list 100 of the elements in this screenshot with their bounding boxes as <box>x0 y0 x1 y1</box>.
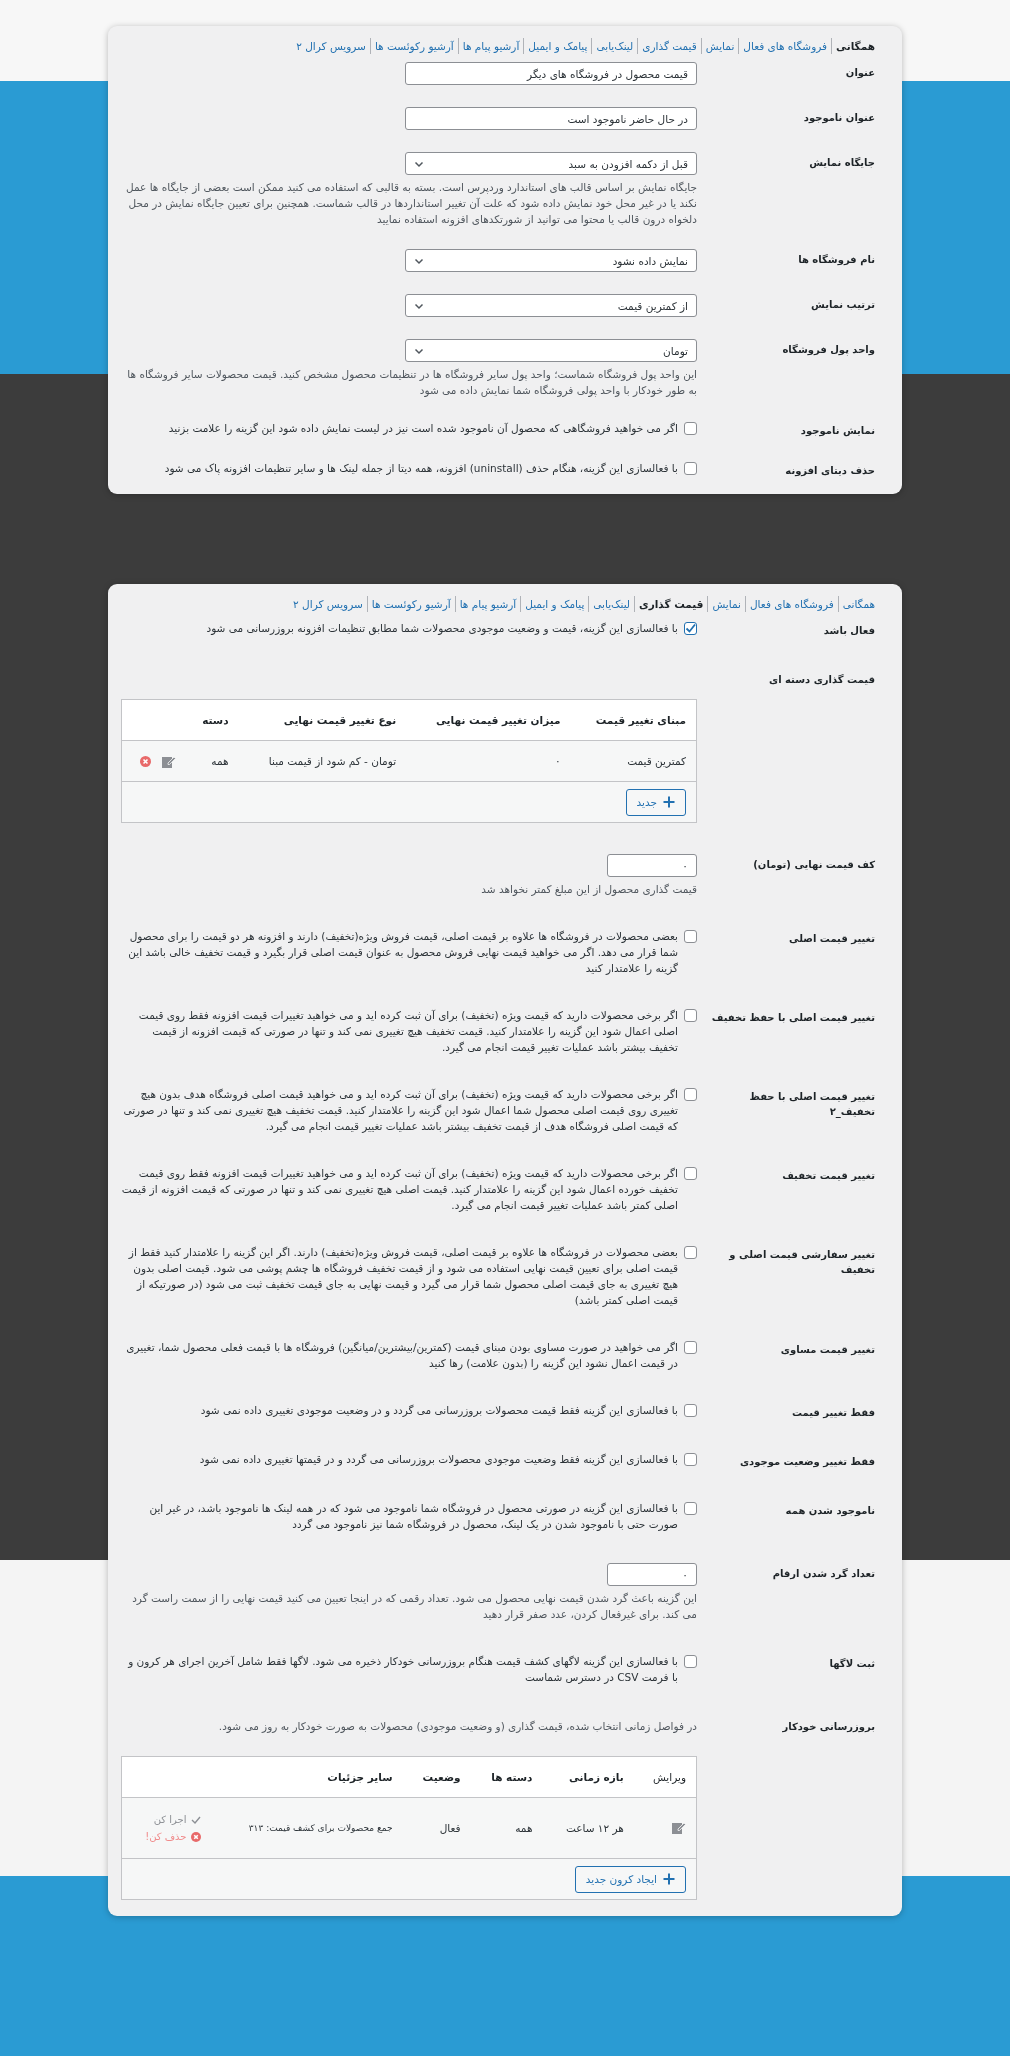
check-icon <box>190 1814 201 1825</box>
field-label: ثبت لاگها <box>828 1657 875 1672</box>
checkbox[interactable] <box>684 422 697 435</box>
field-label: نمایش ناموجود <box>799 424 875 438</box>
add-cron-button[interactable]: ایجاد کرون جدید <box>574 1865 686 1893</box>
settings-tab[interactable]: پیامک و ایمیل <box>523 38 592 54</box>
field-label: بروزرسانی خودکار <box>781 1720 875 1734</box>
select-field[interactable]: نمایش داده نشود <box>405 249 697 272</box>
field-description: جایگاه نمایش بر اساس قالب های استاندارد وردپرس است. بسته به قالبی که استفاده می کنید ممکن است بعضی از جایگاه ها عمل نکند یا در غیر محل خود نمایش داده شود که علت آن تغییر استانداردها در قالب شماست. همچنین برای تعیین جایگاه نمایش در محل دلخواه درون قالب یا محتوا می توانید از شورتکدهای افزونه استفاده نمایید <box>125 180 697 227</box>
field-label: فقط تغییر وضعیت موجودی <box>738 1455 875 1469</box>
settings-tab[interactable]: لینک‌یابی <box>591 38 638 54</box>
field-label: فعال باشد <box>822 624 875 638</box>
checkbox[interactable] <box>684 1502 697 1515</box>
checkbox-label: اگر برخی محصولات دارید که قیمت ویژه (تخفیف) برای آن ثبت کرده اید و می خواهید تغییرات قیمت افزونه فقط روی قیمت اصلی اعمال شود این گزینه را علامتدار کنید. قیمت تخفیف هیچ تغییری نمی کند و تنها در صورتی که قیمت افزونه از قیمت تخفیف بیشتر باشد عملیات تغییر قیمت انجام می گیرد. <box>137 1008 678 1055</box>
settings-tab[interactable]: فروشگاه های فعال <box>745 596 838 612</box>
checkbox[interactable] <box>684 930 697 943</box>
check-icon <box>685 623 696 634</box>
column-header: سایر جزئیات <box>210 1756 403 1798</box>
field-description: این واحد پول فروشگاه شماست؛ واحد پول سایر فروشگاه ها در تنظیمات محصول مشخص کنید. قیمت محصولات سایر فروشگاه ها به طور خودکار با واحد پولی فروشگاه شما نمایش داده می شود <box>126 367 697 398</box>
checkbox-label: با فعالسازی این گزینه فقط قیمت محصولات بروزرسانی می گردد و در وضعیت موجودی تغییری داده نمی شود <box>200 1403 678 1418</box>
column-header: میزان تغییر قیمت نهایی <box>406 699 571 741</box>
checkbox-label: اگر می خواهید فروشگاهی که محصول آن ناموجود شده است نیز در لیست نمایش داده شود این گزینه را علامت بزنید <box>168 421 678 436</box>
settings-tab[interactable]: لینک‌یابی <box>588 596 635 612</box>
field-label: عنوان ناموجود <box>802 111 875 126</box>
field-label: عنوان <box>844 66 875 80</box>
checkbox[interactable] <box>684 462 697 475</box>
checkbox[interactable] <box>684 1246 697 1259</box>
checkbox-label: با فعالسازی این گزینه، هنگام حذف (uninstall) افزونه، همه دیتا از جمله لینک ها و سایر تنظیمات افزونه پاک می شود <box>164 461 678 476</box>
field-label: فقط تغییر قیمت <box>790 1406 875 1420</box>
settings-tab[interactable]: آرشیو رکوئست ها <box>369 38 458 54</box>
text-field[interactable]: قیمت محصول در فروشگاه های دیگر <box>405 62 697 85</box>
settings-tab[interactable]: آرشیو پیام ها <box>454 596 521 612</box>
table-cell: هر ۱۲ ساعت <box>542 1797 634 1859</box>
checkbox-label: با فعالسازی این گزینه، قیمت و وضعیت موجودی محصولات شما مطابق تنظیمات افزونه بروزرسانی می شود <box>206 621 678 636</box>
settings-tab[interactable]: فروشگاه های فعال <box>738 38 832 54</box>
column-header: دسته <box>185 699 239 741</box>
select-field[interactable]: تومان <box>405 339 697 362</box>
text-field[interactable]: در حال حاضر ناموجود است <box>405 107 697 130</box>
delete-icon <box>190 1831 201 1842</box>
column-header: بازه زمانی <box>542 1756 634 1798</box>
plus-icon <box>663 1873 675 1885</box>
field-label: نام فروشگاه ها <box>797 253 875 268</box>
field-label: تغییر قیمت مساوی <box>779 1343 875 1358</box>
settings-tab[interactable]: آرشیو رکوئست ها <box>366 596 455 612</box>
checkbox-label: بعضی محصولات در فروشگاه ها علاوه بر قیمت اصلی، قیمت فروش ویژه(تخفیف) دارند و افزونه هر دو قیمت را برای محصول شما قرار می دهد. اگر می خواهید قیمت نهایی فروش محصول به عنوان قیمت اصلی قرار بگیرد و قیمت تخفیف خالی باشد این گزینه را علامتدار کنید <box>127 929 678 976</box>
checkbox[interactable] <box>684 1167 697 1180</box>
checkbox-label: اگر برخی محصولات دارید که قیمت ویژه (تخفیف) برای آن ثبت کرده اید و می خواهید تغییرات قیمت افزونه فقط روی قیمت تخفیف خورده اعمال شود این گزینه را علامتدار کنید. قیمت اصلی هیچ تغییری نمی کند و تنها در صورتی که قیمت افزونه از قیمت اصلی کمتر باشد عملیات تغییر قیمت انجام می گیرد. <box>121 1166 678 1213</box>
column-header: دسته ها <box>470 1756 543 1798</box>
field-label: تغییر قیمت تخفیف <box>781 1169 875 1184</box>
table-cell: فعال <box>402 1797 471 1859</box>
checkbox[interactable] <box>684 1453 697 1466</box>
field-label: کف قیمت نهایی (تومان) <box>752 858 875 873</box>
settings-tab[interactable]: پیامک و ایمیل <box>520 596 589 612</box>
number-field[interactable]: ۰ <box>607 1563 697 1586</box>
table-cell: همه <box>185 740 239 782</box>
settings-tab[interactable]: قیمت گذاری <box>634 596 708 612</box>
select-field[interactable]: قبل از دکمه افزودن به سبد <box>405 152 697 175</box>
checkbox-label: بعضی محصولات در فروشگاه ها علاوه بر قیمت اصلی، قیمت فروش ویژه(تخفیف) دارند. اگر این گزینه را علامتدار کنید فقط از قیمت اصلی برای تعیین قیمت نهایی استفاده می شود و از قیمت تخفیف فروشگاه ها چشم پوشی می شود. قیمت اصلی بدون هیچ تغییری به جای قیمت اصلی محصول شما قرار می گیرد و قیمت نهایی به جای قیمت تخفیف ثبت می شود (در صورتیکه از قیمت اصلی کمتر باشد) <box>127 1245 678 1308</box>
field-label: تغییر قیمت اصلی با حفظ تخفیف <box>710 1011 875 1026</box>
field-label: جایگاه نمایش <box>808 156 875 171</box>
field-description: قیمت گذاری محصول از این مبلغ کمتر نخواهد شد <box>480 882 697 897</box>
number-field[interactable]: ۰ <box>607 854 697 877</box>
checkbox[interactable] <box>684 1088 697 1101</box>
field-label: قیمت گذاری دسته ای <box>768 673 875 687</box>
checkbox[interactable] <box>684 622 697 635</box>
plus-icon <box>663 796 675 808</box>
checkbox-label: با فعالسازی این گزینه فقط وضعیت موجودی محصولات بروزرسانی می گردد و در قیمتها تغییری داده نمی شود <box>199 1452 678 1467</box>
settings-tab[interactable]: قیمت گذاری <box>637 38 701 54</box>
column-header: ویرایش <box>633 1756 697 1798</box>
settings-tab[interactable]: همگانی <box>831 38 875 54</box>
checkbox[interactable] <box>684 1009 697 1022</box>
delete-icon[interactable] <box>139 755 151 767</box>
settings-tab[interactable]: آرشیو پیام ها <box>457 38 524 54</box>
column-header: وضعیت <box>402 1756 471 1798</box>
field-label: تغییر سفارشی قیمت اصلی و تخفیف <box>727 1248 875 1277</box>
settings-tab[interactable]: همگانی <box>837 596 875 612</box>
table-cell: ۰ <box>406 740 571 782</box>
settings-tab[interactable]: نمایش <box>707 596 745 612</box>
run-link[interactable]: اجرا کن <box>153 1814 201 1825</box>
checkbox-label: اگر می خواهید در صورت مساوی بودن مبنای قیمت (کمترین/بیشترین/میانگین) فروشگاه ها با قیمت فعلی محصول شما، تغییری در قیمت اعمال نشود این گزینه را (بدون علامت) رها کنید <box>125 1340 678 1371</box>
field-description: این گزینه باعث گرد شدن قیمت نهایی محصول می شود. تعداد رقمی که در اینجا تعیین می کنید قیمت نهایی را از سمت راست گرد می کند. برای غیرفعال کردن، عدد صفر قرار دهید <box>131 1591 697 1622</box>
settings-tab[interactable]: سرویس کرال ۲ <box>292 38 370 54</box>
column-header: نوع تغییر قیمت نهایی <box>238 699 407 741</box>
checkbox[interactable] <box>684 1404 697 1417</box>
checkbox[interactable] <box>684 1341 697 1354</box>
add-button[interactable]: جدید <box>625 788 686 816</box>
settings-tab[interactable]: نمایش <box>700 38 739 54</box>
table-cell: همه <box>470 1797 543 1859</box>
table-cell: جمع محصولات برای کشف قیمت: ۳۱۳ <box>210 1797 403 1859</box>
checkbox-label: اگر برخی محصولات دارید که قیمت ویژه (تخفیف) برای آن ثبت کرده اید و می خواهید قیمت اصلی فروشگاه هدف بدون هیچ تغییری روی قیمت اصلی محصول شما اعمال شود این گزینه را علامتدار کنید. قیمت تخفیف هیچ تغییری نمی کند و تنها در صورتی که قیمت اصلی فروشگاه هدف از قیمت تخفیف بیشتر باشد عملیات تغییر قیمت انجام می گیرد. <box>122 1087 678 1134</box>
table-cell: تومان - کم شود از قیمت مبنا <box>238 740 407 782</box>
field-label: ناموجود شدن همه <box>784 1504 875 1519</box>
checkbox[interactable] <box>684 1655 697 1668</box>
table-cell: کمترین قیمت <box>570 740 697 782</box>
settings-tab[interactable]: سرویس کرال ۲ <box>289 596 367 612</box>
select-field[interactable]: از کمترین قیمت <box>405 294 697 317</box>
field-description: در فواصل زمانی انتخاب شده، قیمت گذاری (و وضعیت موجودی) محصولات به صورت خودکار به روز می شود. <box>217 1719 697 1734</box>
field-label: تغییر قیمت اصلی با حفظ تخفیف_۲ <box>748 1090 875 1120</box>
checkbox-label: با فعالسازی این گزینه لاگهای کشف قیمت هنگام بروزرسانی خودکار ذخیره می شود. لاگها فقط شامل آخرین اجرای هر کرون و با فرمت CSV در دسترس شماست <box>126 1654 678 1685</box>
field-label: ترتیب نمایش <box>810 298 875 313</box>
